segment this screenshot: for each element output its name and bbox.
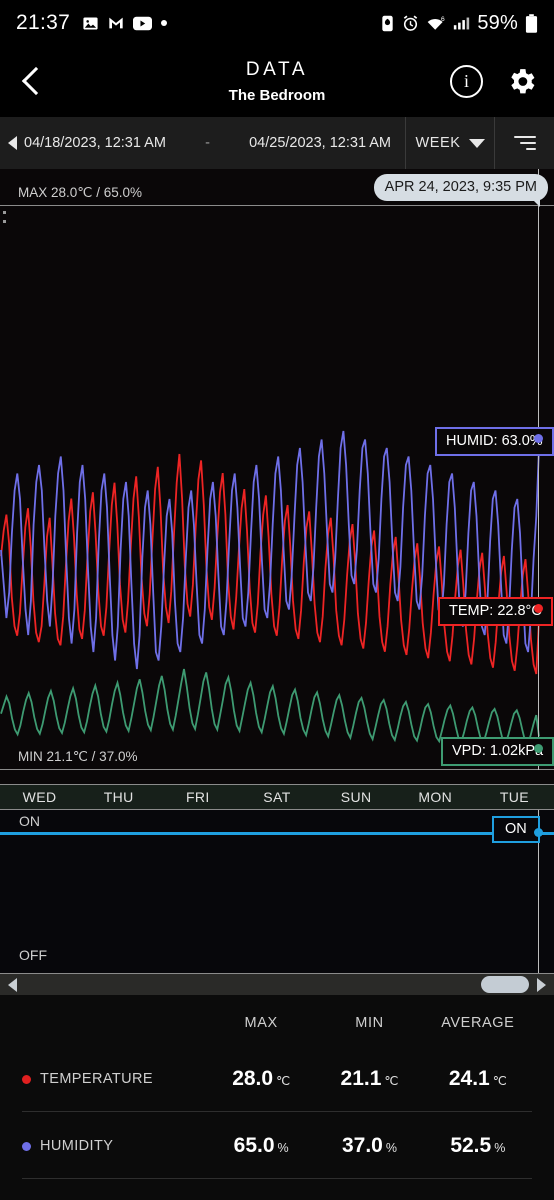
metric-max-cell: 65.0%: [207, 1134, 315, 1158]
column-header-average: AVERAGE: [424, 1015, 532, 1031]
date-range-values: 04/18/2023, 12:31 AM - 04/25/2023, 12:31…: [24, 135, 405, 151]
gallery-icon: [82, 15, 99, 32]
alarm-icon: [402, 15, 419, 32]
app-header: DATA The Bedroom i: [0, 46, 554, 116]
filter-icon: [514, 136, 536, 151]
scroll-left-arrow-icon[interactable]: [8, 978, 17, 992]
gear-icon[interactable]: [505, 65, 538, 98]
day-label-thu: THU: [79, 789, 158, 805]
date-range-end: 04/25/2023, 12:31 AM: [249, 135, 391, 151]
metric-label: HUMIDITY: [40, 1138, 113, 1154]
day-label-sat: SAT: [237, 789, 316, 805]
metric-unit: ℃: [493, 1074, 507, 1088]
battery-icon: [525, 14, 538, 33]
svg-text:6: 6: [441, 16, 445, 23]
filter-button[interactable]: [495, 117, 554, 169]
chart-cursor-line: [538, 169, 539, 770]
table-row: TEMPERATURE28.0℃21.1℃24.1℃: [22, 1045, 532, 1111]
metric-color-dot: [22, 1142, 31, 1151]
day-label-sun: SUN: [317, 789, 396, 805]
metric-min-value: 21.1: [341, 1067, 382, 1090]
dot-indicator: [161, 20, 167, 26]
cellular-signal-icon: [453, 16, 470, 31]
metric-name: TEMPERATURE: [22, 1071, 207, 1087]
wifi-6-icon: 6: [426, 15, 446, 32]
status-system-icons: 6 59%: [380, 12, 538, 35]
column-header-max: MAX: [207, 1015, 315, 1031]
day-label-fri: FRI: [158, 789, 237, 805]
humidity-cursor-dot: [534, 434, 543, 443]
metric-min-cell: 37.0%: [315, 1134, 423, 1158]
range-period-label: WEEK: [415, 135, 460, 151]
date-range-separator: -: [205, 135, 210, 151]
status-notification-icons: [82, 15, 167, 32]
header-actions: i: [450, 65, 538, 98]
statistics-header-row: MAX MIN AVERAGE: [22, 1015, 532, 1045]
environment-chart[interactable]: APR 24, 2023, 9:35 PM MAX 28.0℃ / 65.0% …: [0, 169, 554, 810]
device-state-chart[interactable]: ON OFF ON: [0, 810, 554, 973]
metric-max-value: 65.0: [234, 1134, 275, 1157]
chart-horizontal-scrollbar[interactable]: [0, 973, 554, 995]
date-range-start: 04/18/2023, 12:31 AM: [24, 135, 166, 151]
metric-avg-value: 24.1: [449, 1067, 490, 1090]
metric-avg-cell: 52.5%: [424, 1134, 532, 1158]
vpd-cursor-dot: [534, 744, 543, 753]
metric-unit: %: [386, 1141, 397, 1155]
chevron-down-icon: [469, 139, 485, 148]
temperature-cursor-dot: [534, 604, 543, 613]
day-label-mon: MON: [396, 789, 475, 805]
chart-plot-area: [0, 169, 554, 770]
state-cursor-badge: ON: [492, 816, 540, 843]
metric-max-value: 28.0: [232, 1067, 273, 1090]
metric-unit: ℃: [384, 1074, 398, 1088]
state-cursor-dot: [534, 828, 543, 837]
table-row: VPD2.00kPa0.91kPa1.44kPa: [22, 1178, 532, 1200]
state-off-label: OFF: [19, 947, 47, 963]
statistics-name-header: [22, 1015, 207, 1031]
state-line: [0, 832, 554, 835]
range-period-dropdown[interactable]: WEEK: [405, 117, 495, 169]
day-label-wed: WED: [0, 789, 79, 805]
series-line-vpd: [1, 669, 539, 744]
chart-cursor-date-tooltip: APR 24, 2023, 9:35 PM: [374, 174, 548, 201]
metric-unit: ℃: [276, 1074, 290, 1088]
metric-color-dot: [22, 1075, 31, 1084]
back-button[interactable]: [16, 64, 50, 98]
day-label-tue: TUE: [475, 789, 554, 805]
status-time: 21:37: [16, 11, 70, 35]
date-range-selector[interactable]: 04/18/2023, 12:31 AM - 04/25/2023, 12:31…: [0, 117, 405, 169]
metric-unit: %: [494, 1141, 505, 1155]
battery-percent: 59%: [477, 12, 518, 35]
gmail-icon: [108, 15, 124, 31]
statistics-table: MAX MIN AVERAGE TEMPERATURE28.0℃21.1℃24.…: [0, 995, 554, 1200]
state-on-label: ON: [19, 813, 40, 829]
battery-saver-icon: [380, 14, 395, 33]
series-line-temperature: [1, 454, 539, 674]
metric-label: TEMPERATURE: [40, 1071, 153, 1087]
youtube-icon: [133, 16, 152, 31]
metric-min-cell: 21.1℃: [315, 1067, 423, 1091]
chart-day-axis: WEDTHUFRISATSUNMONTUE: [0, 784, 554, 810]
column-header-min: MIN: [315, 1015, 423, 1031]
metric-avg-cell: 24.1℃: [424, 1067, 532, 1091]
table-row: HUMIDITY65.0%37.0%52.5%: [22, 1111, 532, 1178]
caret-left-icon[interactable]: [8, 136, 17, 150]
info-glyph: i: [464, 72, 469, 90]
status-bar: 21:37 6 59%: [0, 0, 554, 46]
metric-avg-value: 52.5: [450, 1134, 491, 1157]
metric-unit: %: [278, 1141, 289, 1155]
metric-min-value: 37.0: [342, 1134, 383, 1157]
app-screen: 21:37 6 59% DATA The Bedroom i: [0, 0, 554, 1200]
date-range-bar: 04/18/2023, 12:31 AM - 04/25/2023, 12:31…: [0, 116, 554, 169]
metric-name: HUMIDITY: [22, 1138, 207, 1154]
scroll-right-arrow-icon[interactable]: [537, 978, 546, 992]
statistics-rows: TEMPERATURE28.0℃21.1℃24.1℃HUMIDITY65.0%3…: [22, 1045, 532, 1200]
scrollbar-thumb[interactable]: [481, 976, 529, 993]
info-icon[interactable]: i: [450, 65, 483, 98]
metric-max-cell: 28.0℃: [207, 1067, 315, 1091]
